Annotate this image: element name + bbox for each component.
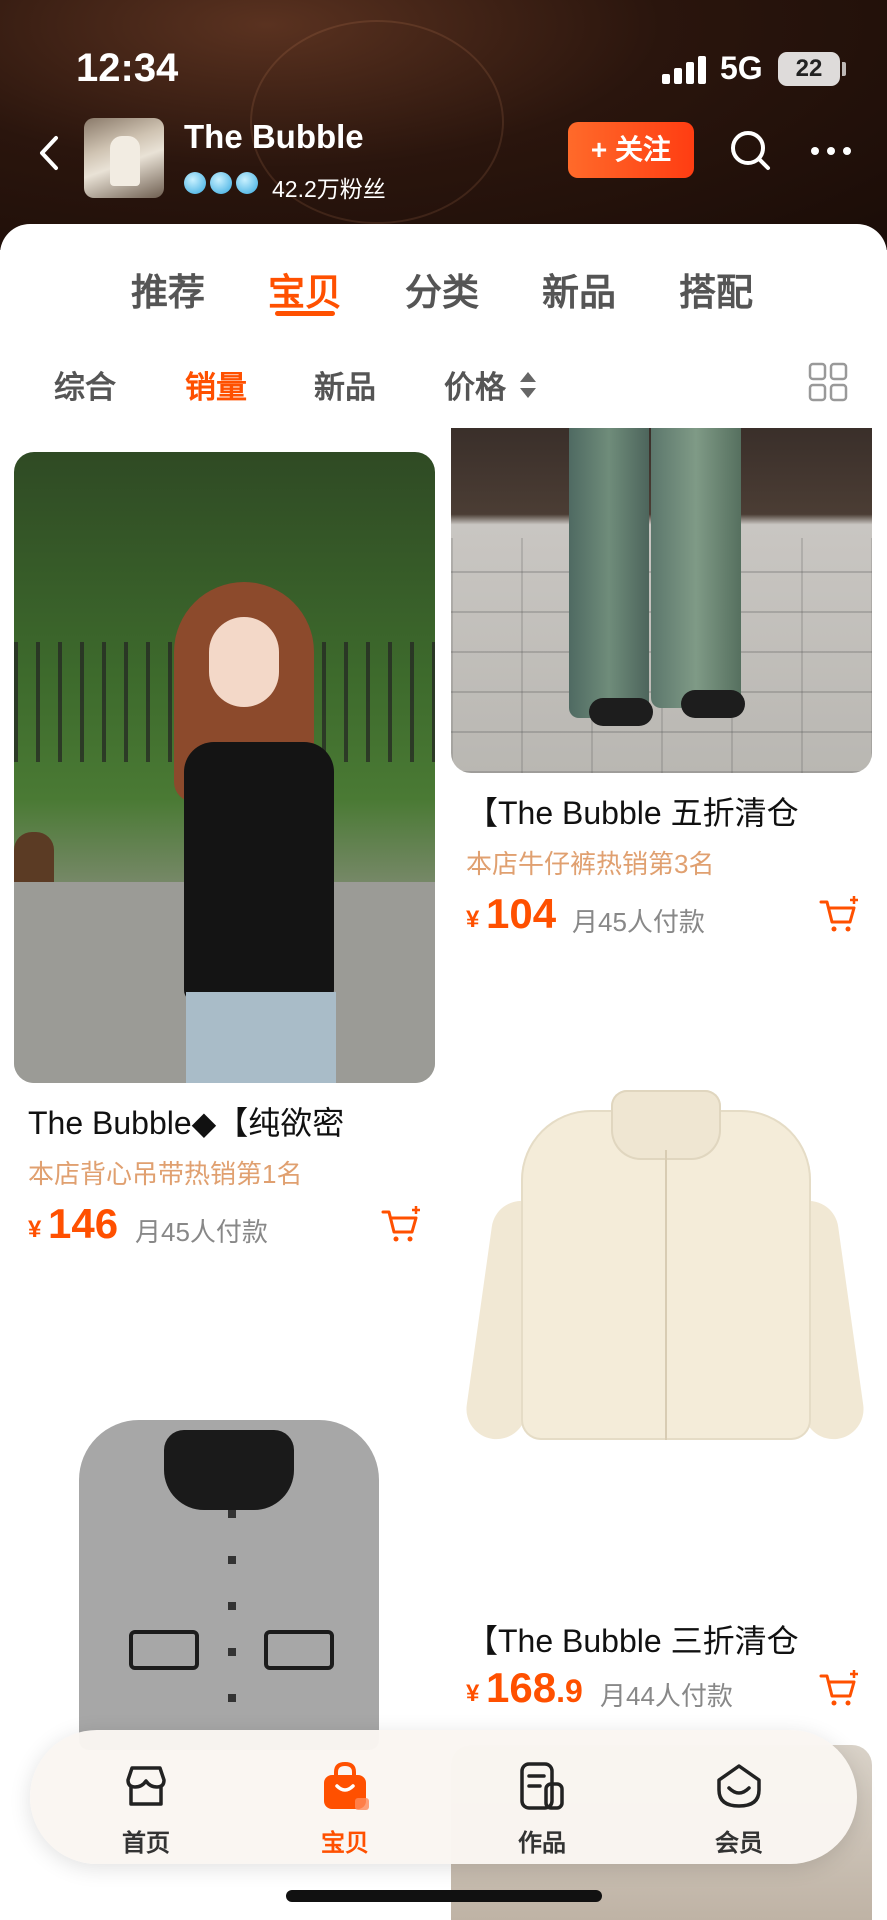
more-icon[interactable]	[808, 134, 854, 168]
sales-count: 月45人付款	[135, 1217, 268, 1247]
battery-tip	[842, 62, 846, 76]
price-decimal: .9	[556, 1673, 583, 1709]
nav-products[interactable]: 宝贝	[295, 1760, 395, 1858]
product-title[interactable]: The Bubble◆【纯欲密	[28, 1098, 428, 1144]
add-to-cart-icon[interactable]	[380, 1204, 422, 1244]
search-icon[interactable]	[728, 128, 772, 172]
crown-level-icon	[184, 172, 262, 198]
product-title[interactable]: 【The Bubble 五折清仓	[466, 788, 866, 834]
price-currency: ¥	[466, 906, 480, 933]
status-time: 12:34	[76, 46, 179, 90]
signal-icon	[662, 54, 708, 84]
nav-label: 作品	[518, 1830, 566, 1857]
bottom-nav: 首页 宝贝 作品 会员	[30, 1730, 857, 1864]
shop-name[interactable]: The Bubble	[184, 118, 364, 156]
nav-member[interactable]: 会员	[689, 1760, 789, 1858]
battery-icon: 22	[778, 52, 840, 86]
active-tab-indicator	[275, 311, 335, 316]
back-icon[interactable]	[30, 130, 70, 176]
sort-overall[interactable]: 综合	[54, 362, 116, 407]
grid-view-icon[interactable]	[808, 362, 848, 402]
product-title[interactable]: 【The Bubble 三折清仓	[466, 1616, 866, 1662]
works-icon	[520, 1762, 564, 1810]
sort-price[interactable]: 价格	[444, 362, 506, 407]
status-bar: 12:34 5G 22	[0, 0, 887, 120]
nav-label: 首页	[122, 1830, 170, 1857]
fans-count: 42.2万粉丝	[272, 176, 386, 202]
product-image[interactable]	[14, 1390, 435, 1750]
product-image[interactable]	[14, 452, 435, 1083]
nav-home[interactable]: 首页	[96, 1760, 196, 1858]
price-integer: 168	[486, 1664, 557, 1711]
follow-button[interactable]: + 关注	[568, 122, 694, 178]
member-icon	[717, 1764, 761, 1808]
network-type: 5G	[720, 50, 763, 86]
home-indicator[interactable]	[286, 1890, 602, 1902]
product-image[interactable]	[451, 428, 872, 773]
bag-icon	[324, 1761, 369, 1810]
nav-label: 宝贝	[321, 1830, 369, 1857]
sort-sales[interactable]: 销量	[185, 362, 247, 407]
shop-icon	[126, 1766, 166, 1806]
product-rank-tag: 本店牛仔裤热销第3名	[466, 849, 715, 879]
price-currency: ¥	[28, 1216, 42, 1243]
add-to-cart-icon[interactable]	[818, 894, 860, 934]
shop-avatar[interactable]	[84, 118, 164, 198]
sort-arrows-icon	[520, 372, 536, 398]
tab-recommend[interactable]: 推荐	[131, 262, 205, 316]
price-currency: ¥	[466, 1680, 480, 1707]
product-rank-tag: 本店背心吊带热销第1名	[28, 1159, 303, 1189]
product-price: 146	[48, 1200, 119, 1247]
tab-outfit[interactable]: 搭配	[679, 262, 753, 316]
tab-new[interactable]: 新品	[542, 262, 616, 316]
product-image[interactable]	[451, 1090, 872, 1490]
nav-works[interactable]: 作品	[492, 1760, 592, 1858]
product-price: 168.9	[486, 1664, 583, 1712]
tab-products[interactable]: 宝贝	[268, 262, 342, 316]
tab-category[interactable]: 分类	[405, 262, 479, 316]
nav-label: 会员	[715, 1830, 763, 1857]
sales-count: 月44人付款	[600, 1681, 733, 1711]
sales-count: 月45人付款	[572, 907, 705, 937]
sort-new[interactable]: 新品	[314, 362, 376, 407]
add-to-cart-icon[interactable]	[818, 1668, 860, 1708]
product-price: 104	[486, 890, 557, 937]
